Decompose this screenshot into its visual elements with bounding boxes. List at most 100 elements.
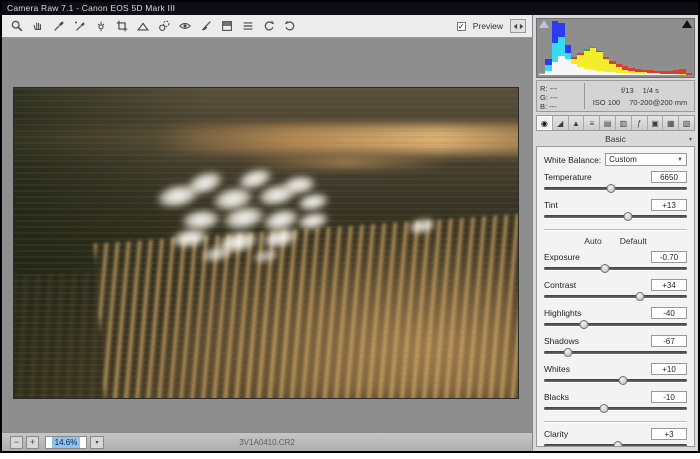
- preview-label: Preview: [473, 21, 503, 31]
- lens-value: 70-200@200 mm: [629, 98, 687, 107]
- zoom-out-button[interactable]: −: [10, 436, 23, 449]
- targeted-adjustment-tool[interactable]: [92, 18, 109, 35]
- preferences-tool[interactable]: [239, 18, 256, 35]
- tab-hsl-grayscale[interactable]: ≡: [584, 116, 600, 130]
- section-title: Basic: [605, 134, 626, 144]
- targeted-adjustment-tool-icon: [94, 19, 108, 33]
- shadow-clipping-indicator[interactable]: [539, 20, 549, 28]
- tint-slider[interactable]: [544, 212, 687, 220]
- zoom-in-button[interactable]: +: [26, 436, 39, 449]
- temperature-row: Temperature 6650: [544, 171, 687, 192]
- rgb-b-readout: B: ---: [540, 102, 580, 111]
- exposure-value[interactable]: -0.70: [651, 251, 687, 263]
- tab-detail[interactable]: ▲: [569, 116, 585, 130]
- red-eye-tool[interactable]: [176, 18, 193, 35]
- adjustment-brush-tool[interactable]: [197, 18, 214, 35]
- adjustments-panel: R: --- G: --- B: --- f/13 1/4 s ISO 100 …: [532, 15, 698, 451]
- whites-label: Whites: [544, 364, 570, 374]
- image-canvas: [2, 38, 532, 432]
- blacks-slider-thumb[interactable]: [600, 404, 609, 413]
- blacks-value[interactable]: -10: [651, 391, 687, 403]
- tab-lens-corrections[interactable]: ▥: [616, 116, 632, 130]
- tint-value[interactable]: +13: [651, 199, 687, 211]
- tint-row: Tint+13: [544, 199, 687, 220]
- contrast-slider[interactable]: [544, 292, 687, 300]
- highlights-row: Highlights-40: [544, 307, 687, 328]
- photo-image: [14, 88, 518, 398]
- chevron-down-icon: ▼: [677, 157, 683, 163]
- tab-tone-curve[interactable]: ◢: [553, 116, 569, 130]
- preview-checkbox[interactable]: ✓: [457, 22, 466, 31]
- contrast-label: Contrast: [544, 280, 576, 290]
- blacks-slider[interactable]: [544, 404, 687, 412]
- fullscreen-toggle-button[interactable]: [510, 19, 526, 33]
- blacks-row: Blacks-10: [544, 391, 687, 412]
- exposure-slider[interactable]: [544, 264, 687, 272]
- tab-presets[interactable]: ▦: [663, 116, 679, 130]
- rotate-left-tool-icon: [262, 19, 276, 33]
- zoom-tool[interactable]: [8, 18, 25, 35]
- whites-slider-thumb[interactable]: [618, 376, 627, 385]
- zoom-level-dropdown[interactable]: ▾: [90, 436, 104, 449]
- rotate-left-tool[interactable]: [260, 18, 277, 35]
- zoom-level-field[interactable]: 14.6%: [45, 436, 87, 449]
- adjustment-brush-tool-icon: [199, 19, 213, 33]
- crop-tool-icon: [115, 19, 129, 33]
- histogram-plot: [539, 21, 692, 75]
- tab-camera-calibration[interactable]: ▣: [648, 116, 664, 130]
- window-title: Camera Raw 7.1 - Canon EOS 5D Mark III: [7, 3, 175, 13]
- preview-pane: ✓ Preview: [2, 15, 532, 451]
- rotate-right-tool-icon: [283, 19, 297, 33]
- white-balance-select[interactable]: Custom ▼: [605, 153, 687, 166]
- clarity-slider-thumb[interactable]: [614, 441, 623, 447]
- rotate-right-tool[interactable]: [281, 18, 298, 35]
- tint-slider-thumb[interactable]: [624, 212, 633, 221]
- highlights-slider-thumb[interactable]: [580, 320, 589, 329]
- white-balance-tool-icon: [52, 19, 66, 33]
- straighten-tool[interactable]: [134, 18, 151, 35]
- temperature-value[interactable]: 6650: [651, 171, 687, 183]
- section-collapse-icon[interactable]: ▾: [689, 136, 692, 143]
- iso-value: ISO 100: [593, 98, 621, 107]
- red-eye-tool-icon: [178, 19, 192, 33]
- tab-split-toning[interactable]: ▤: [600, 116, 616, 130]
- temperature-slider[interactable]: [544, 184, 687, 192]
- graduated-filter-tool[interactable]: [218, 18, 235, 35]
- tab-effects[interactable]: ƒ: [632, 116, 648, 130]
- clarity-slider[interactable]: [544, 441, 687, 447]
- toolbar: ✓ Preview: [2, 15, 532, 38]
- aperture-value: f/13: [621, 86, 634, 95]
- hand-tool[interactable]: [29, 18, 46, 35]
- hand-tool-icon: [31, 19, 45, 33]
- shadows-slider-thumb[interactable]: [564, 348, 573, 357]
- exposure-slider-thumb[interactable]: [601, 264, 610, 273]
- graduated-filter-tool-icon: [220, 19, 234, 33]
- shadows-row: Shadows-67: [544, 335, 687, 356]
- contrast-slider-thumb[interactable]: [635, 292, 644, 301]
- shadows-slider[interactable]: [544, 348, 687, 356]
- auto-link[interactable]: Auto: [584, 236, 602, 246]
- contrast-value[interactable]: +34: [651, 279, 687, 291]
- crop-tool[interactable]: [113, 18, 130, 35]
- whites-value[interactable]: +10: [651, 363, 687, 375]
- zoom-level-value: 14.6%: [52, 437, 81, 448]
- clarity-label: Clarity: [544, 429, 568, 439]
- white-balance-label: White Balance:: [544, 155, 601, 165]
- whites-slider[interactable]: [544, 376, 687, 384]
- highlights-value[interactable]: -40: [651, 307, 687, 319]
- tab-basic[interactable]: ◉: [537, 116, 553, 130]
- highlights-slider[interactable]: [544, 320, 687, 328]
- spot-removal-tool-icon: [157, 19, 171, 33]
- straighten-tool-icon: [136, 19, 150, 33]
- clarity-row: Clarity +3: [544, 428, 687, 447]
- spot-removal-tool[interactable]: [155, 18, 172, 35]
- color-sampler-tool[interactable]: [71, 18, 88, 35]
- tab-snapshots[interactable]: ▧: [679, 116, 694, 130]
- highlight-clipping-indicator[interactable]: [682, 20, 692, 28]
- shadows-value[interactable]: -67: [651, 335, 687, 347]
- temperature-label: Temperature: [544, 172, 592, 182]
- default-link[interactable]: Default: [620, 236, 647, 246]
- clarity-value[interactable]: +3: [651, 428, 687, 440]
- temperature-slider-thumb[interactable]: [607, 184, 616, 193]
- white-balance-tool[interactable]: [50, 18, 67, 35]
